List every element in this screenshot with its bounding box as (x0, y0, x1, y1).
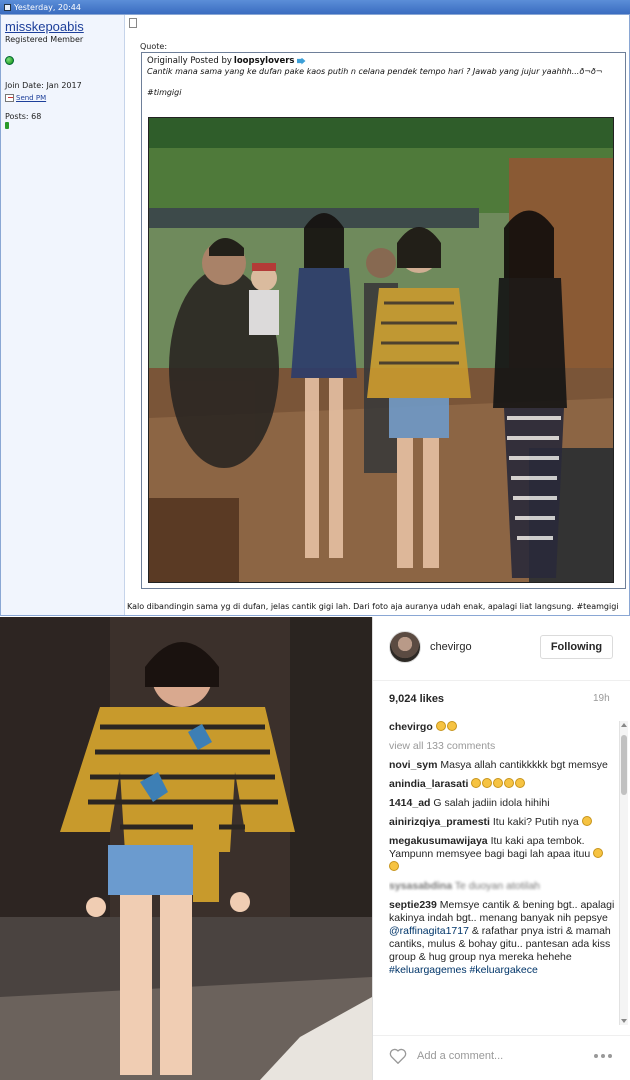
comment-user[interactable]: sysasabdina (389, 880, 452, 892)
comment-text: G salah jadiin idola hihihi (433, 797, 550, 809)
comment-user[interactable]: chevirgo (389, 721, 433, 733)
quote-header: Originally Posted by loopsylovers (147, 56, 620, 66)
post-icon (4, 3, 11, 11)
reputation-icon (5, 122, 9, 129)
emoji-icon (446, 721, 457, 731)
comment-user[interactable]: septie239 (389, 899, 437, 911)
scroll-up-icon[interactable] (621, 723, 627, 727)
emoji-icon (504, 778, 515, 788)
list-item: chevirgo (389, 721, 615, 734)
list-item: 1414_ad G salah jadiin idola hihihi (389, 797, 615, 810)
add-comment-bar: Add a comment... (373, 1035, 630, 1080)
instagram-panel: chevirgo Following 9,024 likes 19h chevi… (372, 617, 630, 1080)
post-body: Quote: Originally Posted by loopsylovers… (126, 15, 629, 615)
list-item: anindia_larasati (389, 778, 615, 791)
comment-user[interactable]: 1414_ad (389, 797, 430, 809)
quote-text: Cantik mana sama yang ke dufan pake kaos… (147, 67, 603, 76)
send-pm-label: Send PM (16, 94, 47, 102)
send-pm-link[interactable]: Send PM (5, 94, 120, 102)
scroll-down-icon[interactable] (621, 1019, 627, 1023)
post-header-bar: Yesterday, 20:44 (0, 0, 630, 14)
quote-hashtag: #timgigi (147, 88, 182, 97)
comment-text: Te duoyan atotilah (454, 880, 541, 892)
more-options-icon[interactable] (594, 1054, 612, 1058)
online-status-icon (5, 56, 14, 65)
pm-icon (5, 94, 14, 102)
emoji-icon (581, 816, 592, 826)
comment-hashtags[interactable]: #keluargagemes #keluargakece (389, 964, 538, 976)
emoji-icon (593, 848, 604, 858)
comments-scrollbar[interactable] (619, 721, 628, 1025)
post-caption: Kalo dibandingin sama yg di dufan, jelas… (127, 602, 619, 611)
scroll-thumb[interactable] (621, 735, 627, 795)
comment-text: Itu kaki? Putih nya (492, 816, 579, 828)
comments-list: chevirgo view all 133 comments novi_sym … (389, 721, 615, 1025)
instagram-photo (0, 617, 372, 1080)
avatar[interactable] (389, 631, 421, 663)
comment-text: Masya allah cantikkkkk bgt memsye (440, 759, 608, 771)
comment-user[interactable]: megakusumawijaya (389, 835, 488, 847)
user-role: Registered Member (5, 35, 84, 44)
following-button[interactable]: Following (540, 635, 613, 659)
emoji-icon (493, 778, 504, 788)
quote-posted-by: Originally Posted by (147, 56, 232, 66)
view-all-comments-link[interactable]: view all 133 comments (389, 740, 615, 753)
instagram-photo-illustration (0, 617, 372, 1080)
username-link[interactable]: misskepoabis (5, 19, 120, 34)
emoji-icon (482, 778, 493, 788)
view-post-arrow-icon[interactable] (296, 57, 306, 65)
emoji-icon (389, 861, 399, 871)
quote-box: Originally Posted by loopsylovers Cantik… (141, 52, 626, 589)
quote-author: loopsylovers (233, 56, 295, 66)
join-date: Join Date: Jan 2017 (5, 81, 82, 90)
quote-label: Quote: (140, 42, 168, 51)
post-count: Posts: 68 (5, 112, 42, 121)
list-item: megakusumawijaya Itu kaki apa tembok. Ya… (389, 835, 615, 874)
user-info-panel: misskepoabis Registered Member Join Date… (1, 15, 125, 615)
add-comment-input[interactable]: Add a comment... (417, 1050, 503, 1062)
emoji-icon (435, 721, 446, 731)
list-item: novi_sym Masya allah cantikkkkk bgt mems… (389, 759, 615, 772)
post-document-icon (129, 18, 137, 28)
emoji-icon (515, 778, 526, 788)
group-photo (148, 117, 614, 583)
emoji-icon (471, 778, 482, 788)
list-item: septie239 Memsye cantik & bening bgt.. a… (389, 899, 615, 977)
comment-user[interactable]: anindia_larasati (389, 778, 468, 790)
comment-mention[interactable]: @raffinagita1717 (389, 925, 469, 937)
ig-header: chevirgo Following (373, 617, 630, 681)
comment-user[interactable]: novi_sym (389, 759, 437, 771)
forum-post: misskepoabis Registered Member Join Date… (0, 14, 630, 616)
post-time: 19h (593, 693, 610, 704)
list-item: ainirizqiya_pramesti Itu kaki? Putih nya (389, 816, 615, 829)
group-photo-illustration (149, 118, 613, 582)
list-item: sysasabdina Te duoyan atotilah (389, 880, 615, 893)
heart-icon[interactable] (389, 1048, 407, 1064)
comment-user[interactable]: ainirizqiya_pramesti (389, 816, 490, 828)
likes-count[interactable]: 9,024 likes (389, 693, 444, 705)
ig-username[interactable]: chevirgo (430, 641, 472, 653)
post-timestamp: Yesterday, 20:44 (14, 2, 81, 12)
